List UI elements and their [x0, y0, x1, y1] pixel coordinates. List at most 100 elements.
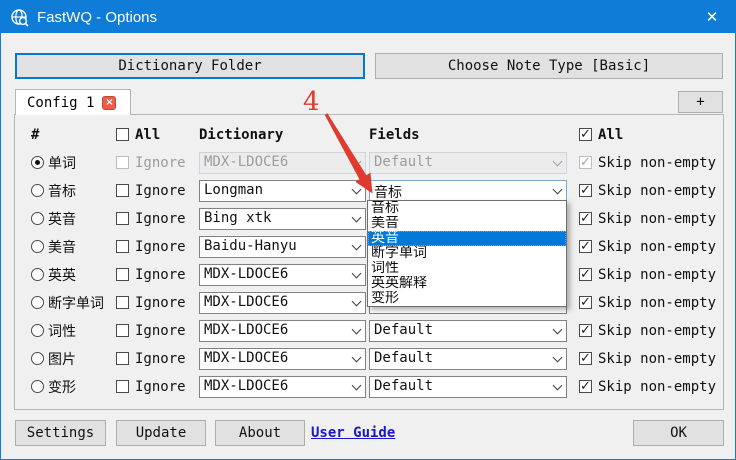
row-radio[interactable] [31, 296, 44, 309]
skip-label: Skip non-empty [598, 183, 716, 199]
row-label: 图片 [48, 349, 76, 369]
row-radio[interactable] [31, 324, 44, 337]
ignore-checkbox[interactable] [116, 324, 129, 337]
grid-header: # All Dictionary Fields All [1, 123, 735, 147]
chevron-down-icon [548, 377, 566, 397]
row-radio[interactable] [31, 156, 44, 169]
dictionary-select[interactable]: Baidu-Hanyu [199, 236, 366, 258]
row-radio[interactable] [31, 268, 44, 281]
skip-label: Skip non-empty [598, 155, 716, 171]
ignore-label: Ignore [135, 323, 186, 339]
table-row: 变形 Ignore MDX-LDOCE6 Default Skip non-em… [1, 373, 735, 401]
chevron-down-icon [347, 181, 365, 201]
header-all-left: All [135, 127, 160, 143]
skip-label: Skip non-empty [598, 211, 716, 227]
ok-button[interactable]: OK [633, 420, 724, 446]
dictionary-select[interactable]: MDX-LDOCE6 [199, 376, 366, 398]
row-radio[interactable] [31, 352, 44, 365]
fields-value: Default [374, 322, 433, 338]
skip-checkbox[interactable] [579, 380, 592, 393]
skip-checkbox[interactable] [579, 156, 592, 169]
ignore-label: Ignore [135, 239, 186, 255]
tab-config-1[interactable]: Config 1 × [15, 89, 131, 115]
header-hash: # [31, 127, 39, 143]
fields-dropdown-list: 音标美音英音断字单词词性英英解释变形 [367, 200, 567, 307]
dropdown-option[interactable]: 英音 [368, 231, 566, 246]
settings-button[interactable]: Settings [15, 420, 106, 446]
window-title: FastWQ - Options [37, 9, 157, 26]
about-button[interactable]: About [215, 420, 305, 446]
ignore-checkbox[interactable] [116, 296, 129, 309]
dictionary-select[interactable]: MDX-LDOCE6 [199, 152, 366, 174]
all-left-checkbox[interactable] [116, 128, 129, 141]
row-label: 断字单词 [48, 293, 104, 313]
fields-select[interactable]: Default [369, 348, 567, 370]
add-tab-button[interactable]: + [678, 91, 723, 113]
skip-checkbox[interactable] [579, 324, 592, 337]
row-radio[interactable] [31, 184, 44, 197]
user-guide-link[interactable]: User Guide [311, 425, 395, 441]
skip-label: Skip non-empty [598, 239, 716, 255]
header-dictionary: Dictionary [199, 127, 283, 143]
skip-checkbox[interactable] [579, 184, 592, 197]
dropdown-option[interactable]: 美音 [368, 216, 566, 231]
ignore-checkbox[interactable] [116, 212, 129, 225]
row-radio[interactable] [31, 380, 44, 393]
annotation-number: 4 [303, 87, 320, 117]
ignore-checkbox[interactable] [116, 156, 129, 169]
skip-label: Skip non-empty [598, 267, 716, 283]
chevron-down-icon [548, 153, 566, 173]
fields-value: Default [374, 378, 433, 394]
dictionary-value: MDX-LDOCE6 [204, 350, 288, 366]
dictionary-select[interactable]: Bing xtk [199, 208, 366, 230]
dictionary-select[interactable]: Longman [199, 180, 366, 202]
ignore-checkbox[interactable] [116, 352, 129, 365]
dropdown-option[interactable]: 断字单词 [368, 246, 566, 261]
ignore-checkbox[interactable] [116, 240, 129, 253]
skip-checkbox[interactable] [579, 352, 592, 365]
table-row: 词性 Ignore MDX-LDOCE6 Default Skip non-em… [1, 317, 735, 345]
close-button[interactable]: ✕ [689, 1, 735, 33]
row-label: 单词 [48, 153, 76, 173]
dictionary-select[interactable]: MDX-LDOCE6 [199, 320, 366, 342]
fields-select[interactable]: Default [369, 376, 567, 398]
fields-select[interactable]: Default [369, 152, 567, 174]
skip-checkbox[interactable] [579, 268, 592, 281]
dictionary-folder-button[interactable]: Dictionary Folder [15, 53, 365, 79]
chevron-down-icon [347, 153, 365, 173]
row-radio[interactable] [31, 212, 44, 225]
ignore-label: Ignore [135, 211, 186, 227]
dictionary-select[interactable]: MDX-LDOCE6 [199, 292, 366, 314]
all-right-checkbox[interactable] [579, 128, 592, 141]
ignore-checkbox[interactable] [116, 380, 129, 393]
dropdown-option[interactable]: 词性 [368, 261, 566, 276]
dictionary-value: MDX-LDOCE6 [204, 266, 288, 282]
fields-select[interactable]: 音标 [369, 180, 567, 202]
ignore-label: Ignore [135, 295, 186, 311]
chevron-down-icon [347, 265, 365, 285]
dictionary-value: MDX-LDOCE6 [204, 378, 288, 394]
choose-note-type-button[interactable]: Choose Note Type [Basic] [375, 53, 723, 79]
ignore-checkbox[interactable] [116, 268, 129, 281]
update-button[interactable]: Update [116, 420, 206, 446]
fields-select[interactable]: Default [369, 320, 567, 342]
dropdown-option[interactable]: 音标 [368, 201, 566, 216]
chevron-down-icon [347, 293, 365, 313]
row-label: 英音 [48, 209, 76, 229]
ignore-label: Ignore [135, 267, 186, 283]
skip-checkbox[interactable] [579, 212, 592, 225]
row-radio[interactable] [31, 240, 44, 253]
table-row: 图片 Ignore MDX-LDOCE6 Default Skip non-em… [1, 345, 735, 373]
title-bar: FastWQ - Options ✕ [1, 1, 735, 33]
dictionary-value: Longman [204, 182, 263, 198]
dictionary-value: Bing xtk [204, 210, 271, 226]
skip-checkbox[interactable] [579, 296, 592, 309]
dictionary-select[interactable]: MDX-LDOCE6 [199, 348, 366, 370]
dropdown-option[interactable]: 英英解释 [368, 276, 566, 291]
skip-label: Skip non-empty [598, 351, 716, 367]
dictionary-select[interactable]: MDX-LDOCE6 [199, 264, 366, 286]
skip-checkbox[interactable] [579, 240, 592, 253]
ignore-checkbox[interactable] [116, 184, 129, 197]
dropdown-option[interactable]: 变形 [368, 291, 566, 306]
tab-close-icon[interactable]: × [102, 96, 116, 110]
